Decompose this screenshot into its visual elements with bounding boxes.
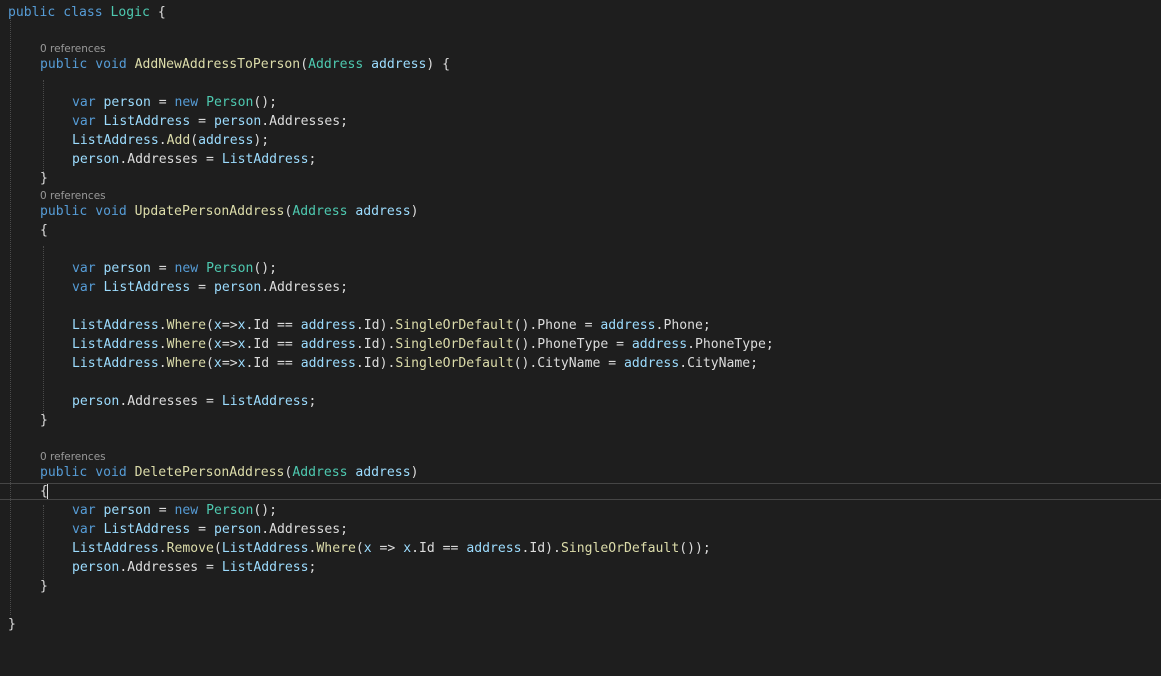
- code-line[interactable]: var ListAddress = person.Addresses;: [72, 520, 348, 539]
- code-line[interactable]: var ListAddress = person.Addresses;: [72, 278, 348, 297]
- code-editor[interactable]: public class Logic { 0 references public…: [0, 0, 1161, 676]
- code-line[interactable]: person.Addresses = ListAddress;: [72, 558, 316, 577]
- code-line[interactable]: ListAddress.Where(x=>x.Id == address.Id)…: [72, 354, 758, 373]
- code-line[interactable]: {: [40, 482, 48, 501]
- codelens-references[interactable]: 0 references: [40, 450, 106, 464]
- code-line[interactable]: var ListAddress = person.Addresses;: [72, 112, 348, 131]
- code-line[interactable]: person.Addresses = ListAddress;: [72, 150, 316, 169]
- code-line[interactable]: var person = new Person();: [72, 93, 277, 112]
- code-line[interactable]: public void DeletePersonAddress(Address …: [40, 463, 418, 482]
- code-line[interactable]: }: [40, 411, 48, 430]
- code-line[interactable]: public class Logic {: [8, 3, 166, 22]
- indent-guide: [43, 246, 44, 416]
- indent-guide: [10, 20, 11, 615]
- code-line[interactable]: ListAddress.Remove(ListAddress.Where(x =…: [72, 539, 711, 558]
- codelens-references[interactable]: 0 references: [40, 189, 106, 203]
- code-line[interactable]: public void UpdatePersonAddress(Address …: [40, 202, 418, 221]
- code-line[interactable]: }: [8, 615, 16, 634]
- current-line-highlight: [0, 483, 1161, 500]
- code-line[interactable]: ListAddress.Where(x=>x.Id == address.Id)…: [72, 335, 774, 354]
- indent-guide: [43, 505, 44, 583]
- code-line[interactable]: ListAddress.Where(x=>x.Id == address.Id)…: [72, 316, 711, 335]
- code-line[interactable]: var person = new Person();: [72, 501, 277, 520]
- indent-guide: [43, 80, 44, 176]
- code-line[interactable]: }: [40, 169, 48, 188]
- codelens-references[interactable]: 0 references: [40, 42, 106, 56]
- code-line[interactable]: }: [40, 577, 48, 596]
- code-line[interactable]: ListAddress.Add(address);: [72, 131, 269, 150]
- code-line[interactable]: public void AddNewAddressToPerson(Addres…: [40, 55, 450, 74]
- code-line[interactable]: person.Addresses = ListAddress;: [72, 392, 316, 411]
- code-line[interactable]: var person = new Person();: [72, 259, 277, 278]
- code-line[interactable]: {: [40, 221, 48, 240]
